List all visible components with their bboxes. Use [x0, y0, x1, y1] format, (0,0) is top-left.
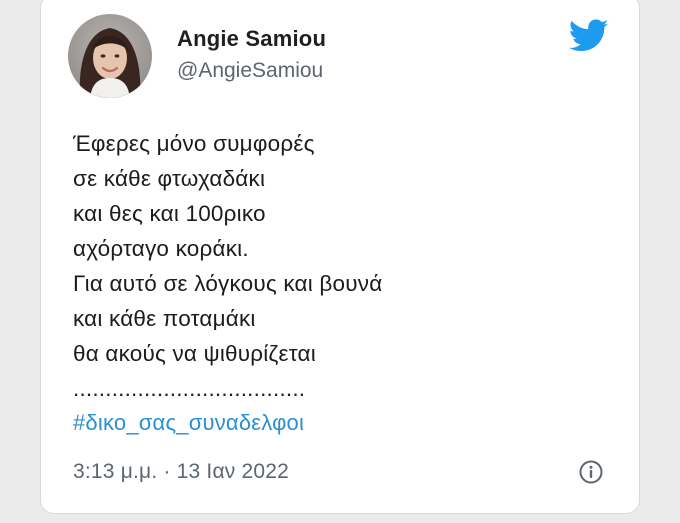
twitter-bird-icon[interactable]	[568, 19, 609, 53]
avatar-image	[68, 14, 152, 98]
tweet-text-line: και θες και 100ρικο	[73, 201, 266, 226]
tweet-card: Angie Samiou @AngieSamiou Έφερες μόνο συ…	[40, 0, 640, 514]
tweet-text-line: θα ακούς να ψιθυρίζεται	[73, 341, 316, 366]
tweet-text-line: αχόρταγο κοράκι.	[73, 236, 249, 261]
info-icon[interactable]	[578, 459, 604, 485]
author-handle[interactable]: @AngieSamiou	[177, 59, 323, 83]
tweet-text: Έφερες μόνο συμφορές σε κάθε φτωχαδάκι κ…	[73, 126, 593, 406]
tweet-timestamp[interactable]: 3:13 μ.μ. · 13 Ιαν 2022	[73, 460, 289, 484]
tweet-text-line: και κάθε ποταμάκι	[73, 306, 256, 331]
tweet-text-line: Έφερες μόνο συμφορές	[73, 131, 315, 156]
tweet-text-line: ....................................	[73, 376, 306, 401]
tweet-text-line: Για αυτό σε λόγκους και βουνά	[73, 271, 383, 296]
hashtag-link[interactable]: #δικο_σας_συναδελφοι	[73, 410, 304, 436]
tweet-text-line: σε κάθε φτωχαδάκι	[73, 166, 266, 191]
author-name[interactable]: Angie Samiou	[177, 26, 326, 52]
avatar[interactable]	[68, 14, 152, 98]
